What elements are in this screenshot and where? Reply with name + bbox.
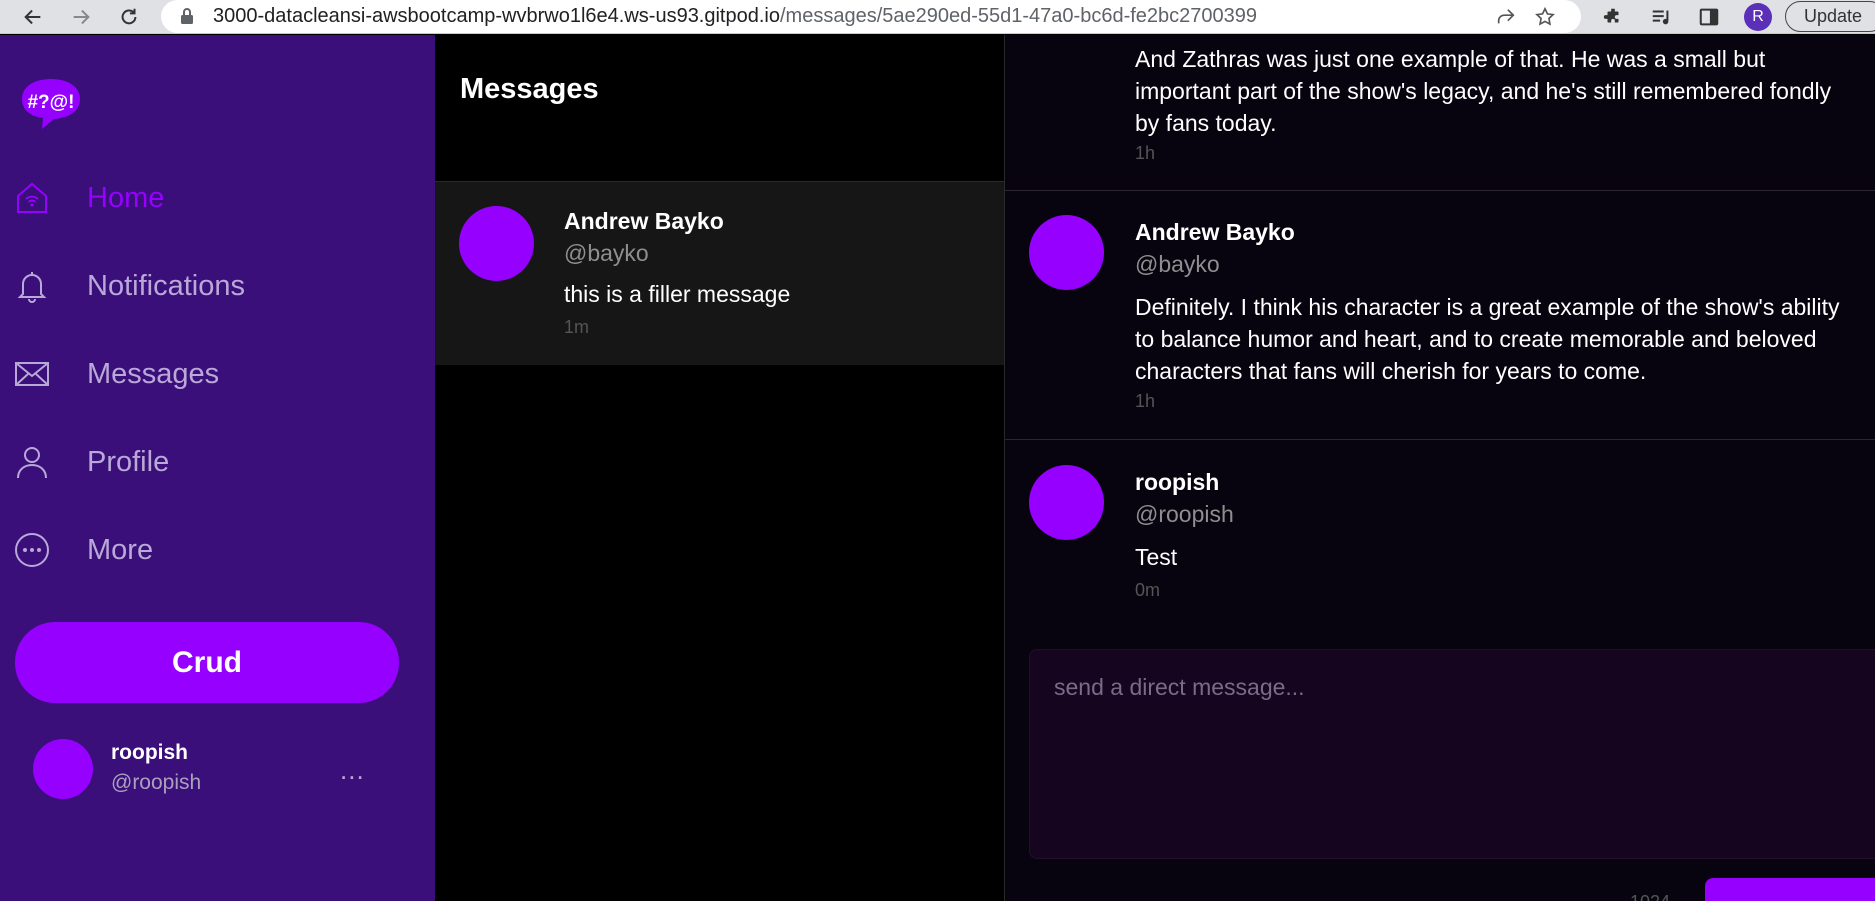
avatar [1029,465,1104,540]
more-icon [14,532,50,568]
back-icon[interactable] [18,2,48,32]
sidebar-item-messages[interactable]: Messages [14,349,414,399]
logo[interactable]: #?@! [16,75,86,131]
message-name: Andrew Bayko [1135,219,1295,245]
avatar [1029,215,1104,290]
avatar[interactable] [33,739,93,799]
star-icon[interactable] [1532,4,1558,30]
url-text: 3000-datacleansi-awsbootcamp-wvbrwo1l6e4… [213,5,1257,28]
sidebar-item-label: Profile [87,445,170,478]
divider [1005,439,1875,440]
message-text: Test [1135,544,1178,570]
reload-icon[interactable] [114,2,144,32]
direct-message-input[interactable] [1030,650,1875,858]
profile-name: roopish [111,741,188,764]
lock-icon [181,8,193,24]
sidebar-item-label: More [87,533,154,566]
char-count: 1024 [1630,892,1670,901]
sidebar-item-label: Messages [87,357,220,390]
message-group-time: 1m [564,317,590,337]
message-groups-panel: Messages Andrew Bayko @bayko this is a f… [435,35,1004,901]
sidebar-item-label: Notifications [87,269,245,302]
mail-icon [14,356,50,392]
sidepanel-icon[interactable] [1696,4,1722,30]
message-group-handle: @bayko [564,240,649,266]
crud-button[interactable]: Crud [15,622,399,703]
media-icon[interactable] [1648,4,1674,30]
message-time: 1h [1135,143,1156,163]
logo-text: #?@! [27,92,74,113]
sidebar-item-home[interactable]: Home [14,173,414,223]
browser-profile-avatar[interactable]: R [1744,3,1772,31]
page-title: Messages [460,73,599,105]
message-time: 0m [1135,580,1161,600]
update-button[interactable]: Update [1785,1,1875,32]
sidebar-item-label: Home [87,181,165,214]
message-text: And Zathras was just one example of that… [1135,46,1832,136]
divider [1005,190,1875,191]
conversation-panel: And Zathras was just one example of that… [1004,35,1875,901]
sidebar-item-notifications[interactable]: Notifications [14,261,414,311]
address-bar[interactable]: 3000-datacleansi-awsbootcamp-wvbrwo1l6e4… [161,0,1581,33]
url-path: /messages/5ae290ed-55d1-47a0-bc6d-fe2bc2… [779,5,1258,27]
url-host: 3000-datacleansi-awsbootcamp-wvbrwo1l6e4… [213,5,780,27]
share-icon[interactable] [1493,4,1519,30]
user-icon [14,444,50,480]
message-handle: @roopish [1135,501,1234,527]
send-button[interactable] [1705,878,1875,901]
message-text: Definitely. I think his character is a g… [1135,294,1840,384]
sidebar-item-more[interactable]: More [14,525,414,575]
home-icon [14,180,50,216]
sidebar-item-profile[interactable]: Profile [14,437,414,487]
message-time: 1h [1135,391,1156,411]
profile-handle: @roopish [111,771,202,794]
message-compose [1029,649,1875,859]
profile-more-button[interactable]: ... [340,755,365,786]
forward-icon[interactable] [66,2,96,32]
browser-toolbar: 3000-datacleansi-awsbootcamp-wvbrwo1l6e4… [0,0,1875,34]
bell-icon [14,268,50,304]
message-name: roopish [1135,469,1220,495]
message-group-preview: this is a filler message [564,281,791,307]
sidebar: #?@! Home Notifications Messages Profile… [0,35,435,901]
avatar [459,206,534,281]
message-group-item[interactable]: Andrew Bayko @bayko this is a filler mes… [435,181,1004,365]
message-handle: @bayko [1135,251,1220,277]
extensions-icon[interactable] [1600,4,1626,30]
message-group-name: Andrew Bayko [564,208,724,234]
